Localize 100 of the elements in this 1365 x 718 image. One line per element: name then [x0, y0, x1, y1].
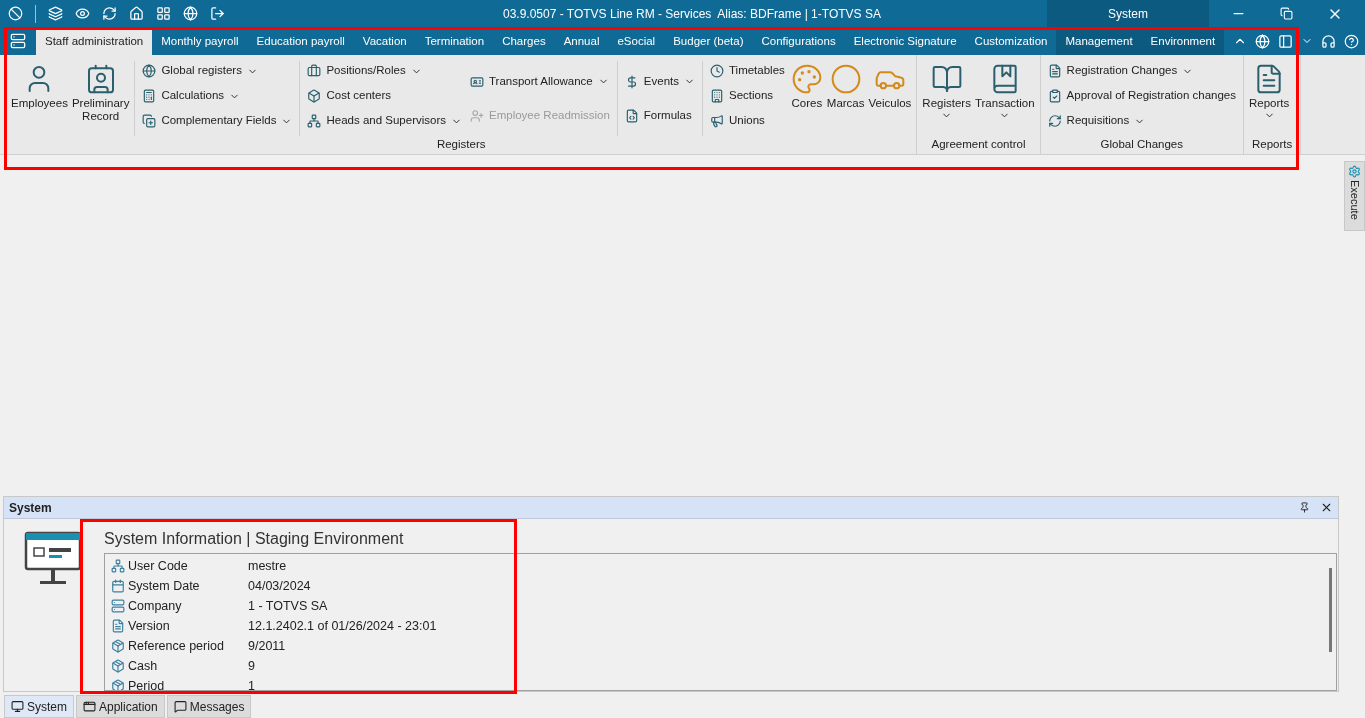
window-title: 03.9.0507 - TOTVS Line RM - Services Alias: BDFrame | 1-TOTVS SA: [503, 5, 881, 23]
ribbon-button[interactable]: Unions: [710, 111, 785, 131]
globe-icon: [142, 64, 157, 78]
clock-icon: [710, 64, 724, 78]
ribbon-button[interactable]: Calculations: [142, 86, 293, 106]
document-icon: [111, 619, 125, 633]
ribbon-tab[interactable]: Education payroll: [247, 28, 354, 55]
ribbon-button[interactable]: Complementary Fields: [142, 111, 293, 131]
monitor-icon: [24, 531, 82, 587]
ribbon-tab[interactable]: Electronic Signature: [844, 28, 966, 55]
ribbon-large-button[interactable]: Employees: [9, 61, 70, 136]
ribbon-large-button[interactable]: Preliminary Record: [69, 61, 132, 136]
info-value: mestre: [248, 557, 287, 575]
briefcase-icon: [307, 64, 322, 78]
ribbon-tab[interactable]: Annual: [554, 28, 609, 55]
restore-icon[interactable]: [1280, 7, 1293, 20]
info-label: Cash: [128, 657, 159, 675]
side-tab[interactable]: Execute: [1344, 161, 1365, 231]
gear-icon: [1348, 165, 1361, 178]
ribbon-button[interactable]: Cost centers: [307, 86, 462, 106]
person-plus-icon: [470, 108, 484, 123]
ribbon-tab[interactable]: Staff administration: [36, 28, 153, 55]
ribbon-tab[interactable]: eSocial: [608, 28, 665, 55]
notebook-icon: [930, 63, 963, 95]
copy-plus-icon: [142, 114, 157, 128]
ribbon-tab[interactable]: Environment: [1141, 28, 1225, 55]
panel-tab[interactable]: Messages: [166, 695, 252, 718]
ribbon-large-button[interactable]: Marcas: [824, 61, 867, 136]
ribbon-button[interactable]: Requisitions: [1047, 111, 1236, 131]
ribbon-button[interactable]: Heads and Supervisors: [307, 111, 462, 131]
ribbon-tab[interactable]: Management: [1056, 28, 1142, 55]
info-value: 12.1.2402.1 of 01/26/2024 - 23:01: [248, 617, 437, 635]
panel-tab[interactable]: System: [4, 695, 74, 718]
refresh-icon[interactable]: [102, 6, 117, 21]
info-label: Company: [128, 597, 183, 615]
ribbon-button[interactable]: Registration Changes: [1047, 61, 1236, 81]
ribbon-tab[interactable]: Customization: [965, 28, 1057, 55]
panel-icon[interactable]: [1278, 33, 1293, 49]
formula-file-icon: [624, 108, 639, 123]
ribbon-button[interactable]: Transport Allowance: [470, 71, 610, 92]
ribbon-large-button[interactable]: Reports: [1247, 61, 1292, 136]
cycle-icon: [1047, 114, 1062, 128]
id-card-icon: [470, 74, 484, 89]
pin-icon[interactable]: [1299, 502, 1310, 513]
cubes-icon: [111, 679, 125, 690]
ribbon-button[interactable]: Sections: [710, 86, 785, 106]
ribbon-button[interactable]: Approval of Registration changes: [1047, 86, 1236, 106]
ribbon-large-button[interactable]: Registers: [920, 61, 973, 136]
ribbon-tab[interactable]: Termination: [415, 28, 494, 55]
ribbon-button[interactable]: Timetables: [710, 61, 785, 81]
info-label: Version: [128, 617, 171, 635]
context-label: System: [1047, 0, 1209, 27]
headset-icon[interactable]: [1321, 33, 1336, 49]
calculator-icon: [142, 89, 157, 103]
ribbon-tab[interactable]: Monthly payroll: [152, 28, 248, 55]
group-label: Global Changes: [1099, 137, 1185, 152]
info-label: System Date: [128, 577, 201, 595]
ribbon-large-button[interactable]: Transaction: [972, 61, 1037, 136]
info-label: Period: [128, 677, 166, 690]
ribbon-tab[interactable]: Charges: [493, 28, 555, 55]
monitor-icon: [11, 700, 24, 713]
ribbon-large-button[interactable]: Veiculos: [866, 61, 914, 136]
globe-icon[interactable]: [1255, 33, 1270, 49]
ribbon-button[interactable]: Formulas: [624, 105, 695, 126]
ribbon-tab[interactable]: Vacation: [353, 28, 416, 55]
grid-icon[interactable]: [156, 6, 171, 21]
panel-heading: System Information | Staging Environment: [104, 529, 405, 549]
cubes-icon: [111, 659, 125, 673]
ribbon-button[interactable]: Positions/Roles: [307, 61, 462, 81]
palette-icon: [790, 63, 823, 95]
help-icon[interactable]: [1344, 33, 1359, 49]
calendar-icon: [111, 579, 125, 593]
close-icon[interactable]: [1320, 501, 1333, 514]
info-value: 9/2011: [248, 637, 286, 655]
panel-title: System: [9, 499, 52, 517]
document-icon: [1047, 64, 1062, 78]
ribbon-tab[interactable]: Configurations: [752, 28, 845, 55]
panel-tab[interactable]: Application: [76, 695, 165, 718]
info-value: 1 - TOTVS SA: [248, 597, 328, 615]
eye-icon[interactable]: [75, 6, 90, 21]
hierarchy-icon: [111, 559, 125, 573]
cubes-icon: [111, 639, 125, 653]
home-icon[interactable]: [129, 6, 144, 21]
group-label: Reports: [1251, 137, 1294, 152]
group-label: Agreement control: [930, 137, 1027, 152]
window-icon: [83, 700, 96, 713]
ribbon-button[interactable]: Events: [624, 71, 695, 92]
message-icon: [173, 700, 187, 713]
ribbon-large-button[interactable]: Cores: [788, 61, 825, 136]
exit-icon[interactable]: [210, 6, 225, 21]
clipboard-check-icon: [1047, 89, 1062, 103]
group-label: Registers: [435, 137, 487, 152]
globe-icon[interactable]: [183, 6, 198, 21]
ribbon-tab[interactable]: Budger (beta): [664, 28, 753, 55]
cube-icon: [307, 89, 322, 103]
info-value: 1: [248, 677, 255, 690]
ribbon-button[interactable]: Global registers: [142, 61, 293, 81]
info-label: Reference period: [128, 637, 225, 655]
menu-icon: [10, 33, 26, 49]
megaphone-icon: [710, 114, 724, 128]
